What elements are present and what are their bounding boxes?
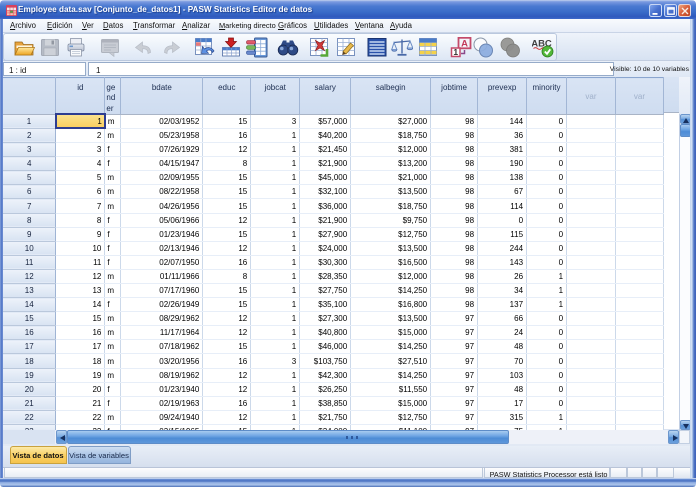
svg-text:A: A: [461, 38, 468, 49]
svg-text:1: 1: [453, 47, 458, 57]
